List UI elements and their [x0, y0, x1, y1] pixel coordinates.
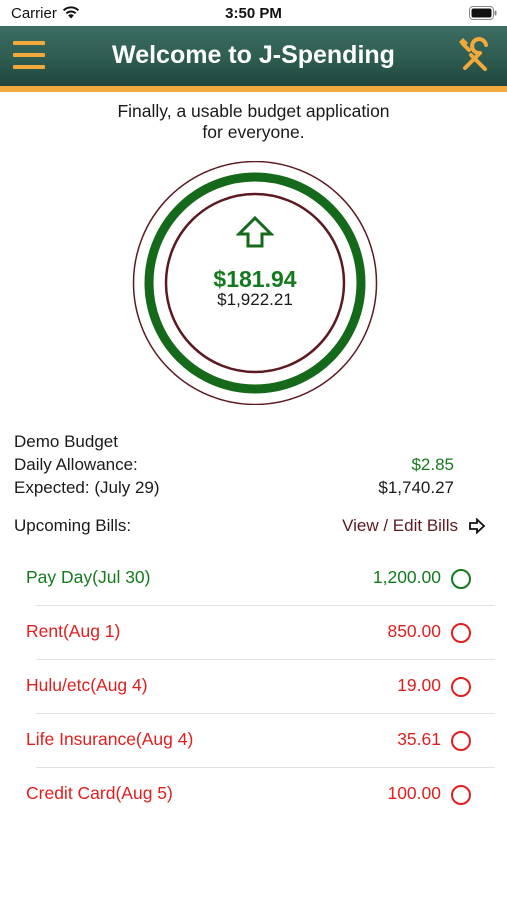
daily-allowance-label: Daily Allowance: [14, 455, 138, 474]
bill-status-circle-icon[interactable] [451, 731, 471, 751]
expected-row: Expected: (July 29) $1,740.27 [14, 476, 454, 499]
bill-name: Hulu/etc(Aug 4) [26, 675, 148, 695]
tagline: Finally, a usable budget application for… [0, 101, 507, 143]
bill-status-circle-icon[interactable] [451, 623, 471, 643]
budget-summary: Demo Budget Daily Allowance: $2.85 Expec… [14, 430, 454, 499]
view-edit-bills-link[interactable]: View / Edit Bills [342, 514, 486, 538]
status-time: 3:50 PM [225, 5, 282, 22]
bill-row[interactable]: Rent(Aug 1) 850.00 [26, 606, 495, 660]
bill-name: Life Insurance(Aug 4) [26, 729, 194, 749]
budget-name: Demo Budget [14, 432, 118, 451]
balance-secondary-value: $1,922.21 [217, 290, 293, 309]
bills-list: Pay Day(Jul 30) 1,200.00 Rent(Aug 1) 850… [26, 552, 495, 822]
tagline-line-2: for everyone. [202, 122, 305, 142]
expected-label: Expected: (July 29) [14, 478, 160, 497]
tagline-line-1: Finally, a usable budget application [117, 101, 390, 121]
bill-row[interactable]: Life Insurance(Aug 4) 35.61 [26, 714, 495, 768]
upcoming-bills-header: Upcoming Bills: View / Edit Bills [14, 514, 486, 538]
balance-primary-value: $181.94 [213, 266, 297, 292]
nav-bar: Welcome to J-Spending [0, 26, 507, 86]
daily-allowance-row: Daily Allowance: $2.85 [14, 453, 454, 476]
expected-value: $1,740.27 [378, 478, 454, 497]
bill-status-circle-icon[interactable] [451, 677, 471, 697]
up-arrow-icon [236, 215, 274, 248]
arrow-right-icon [469, 518, 486, 534]
bill-amount: 19.00 [397, 675, 441, 695]
bill-row[interactable]: Credit Card(Aug 5) 100.00 [26, 768, 495, 822]
nav-accent-stripe [0, 86, 507, 92]
settings-button[interactable] [453, 34, 497, 78]
balance-ring: $181.94 $1,922.21 [132, 160, 378, 406]
daily-allowance-value: $2.85 [411, 455, 454, 474]
bill-amount: 1,200.00 [372, 567, 441, 587]
tools-icon [459, 37, 488, 71]
bill-name: Credit Card(Aug 5) [26, 783, 173, 803]
bill-amount: 850.00 [387, 621, 441, 641]
bill-row[interactable]: Pay Day(Jul 30) 1,200.00 [26, 552, 495, 606]
bill-name: Pay Day(Jul 30) [26, 567, 151, 587]
status-bar: Carrier 3:50 PM [0, 0, 507, 28]
page-title: Welcome to J-Spending [112, 41, 395, 69]
bill-status-circle-icon[interactable] [451, 569, 471, 589]
bill-status-circle-icon[interactable] [451, 785, 471, 805]
bill-row[interactable]: Hulu/etc(Aug 4) 19.00 [26, 660, 495, 714]
view-edit-bills-label: View / Edit Bills [342, 516, 458, 535]
bill-name: Rent(Aug 1) [26, 621, 121, 641]
bill-amount: 35.61 [397, 729, 441, 749]
battery-icon [469, 6, 497, 20]
bill-amount: 100.00 [387, 783, 441, 803]
budget-name-row: Demo Budget [14, 430, 454, 453]
upcoming-bills-label: Upcoming Bills: [14, 516, 132, 535]
